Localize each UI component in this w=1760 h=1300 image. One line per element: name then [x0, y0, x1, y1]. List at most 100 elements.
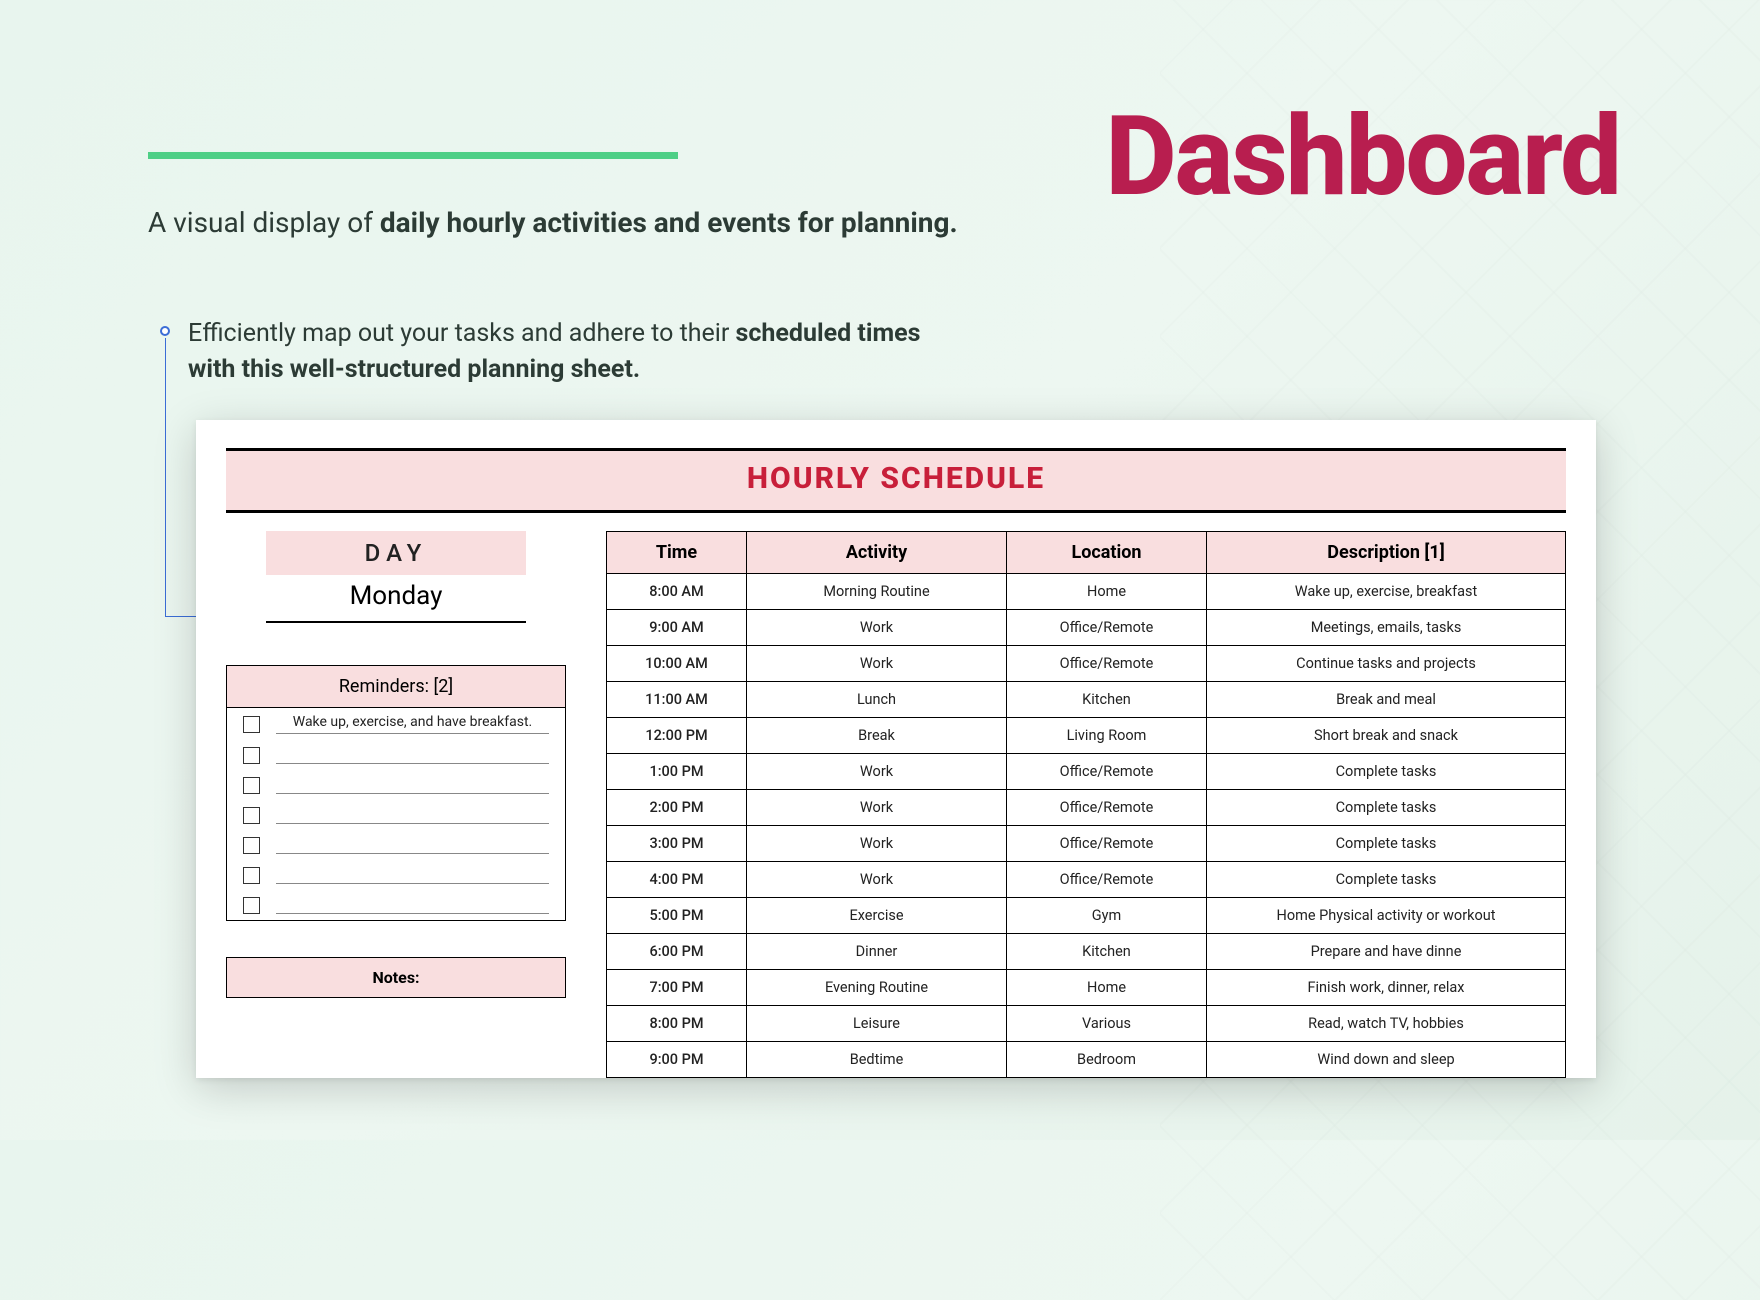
callout-line1-pre: Efficiently map out your tasks and adher… — [188, 319, 736, 348]
reminder-text[interactable] — [276, 776, 549, 794]
cell-location: Office/Remote — [1007, 790, 1207, 826]
cell-time: 1:00 PM — [607, 754, 747, 790]
day-label: DAY — [266, 531, 526, 575]
cell-location: Home — [1007, 970, 1207, 1006]
table-row: 6:00 PMDinnerKitchenPrepare and have din… — [607, 934, 1566, 970]
callout-line2-bold: with this well-structured planning sheet… — [188, 355, 640, 384]
reminder-checkbox[interactable] — [243, 897, 260, 914]
subtitle-pre: A visual display of — [148, 206, 380, 239]
reminder-text[interactable] — [276, 866, 549, 884]
cell-desc: Meetings, emails, tasks — [1207, 610, 1566, 646]
table-row: 10:00 AMWorkOffice/RemoteContinue tasks … — [607, 646, 1566, 682]
day-value: Monday — [266, 575, 526, 623]
cell-location: Kitchen — [1007, 682, 1207, 718]
cell-time: 4:00 PM — [607, 862, 747, 898]
cell-activity: Lunch — [747, 682, 1007, 718]
col-time: Time — [607, 532, 747, 574]
cell-activity: Break — [747, 718, 1007, 754]
reminder-checkbox[interactable] — [243, 716, 260, 733]
cell-time: 6:00 PM — [607, 934, 747, 970]
page-title: Dashboard — [1105, 92, 1620, 221]
reminder-text[interactable] — [276, 746, 549, 764]
cell-activity: Work — [747, 646, 1007, 682]
cell-activity: Bedtime — [747, 1042, 1007, 1078]
cell-time: 3:00 PM — [607, 826, 747, 862]
cell-time: 8:00 AM — [607, 574, 747, 610]
cell-location: Home — [1007, 574, 1207, 610]
accent-rule — [148, 152, 678, 159]
reminder-text[interactable]: Wake up, exercise, and have breakfast. — [276, 714, 549, 734]
table-row: 8:00 AMMorning RoutineHomeWake up, exerc… — [607, 574, 1566, 610]
cell-location: Office/Remote — [1007, 826, 1207, 862]
cell-activity: Morning Routine — [747, 574, 1007, 610]
cell-location: Various — [1007, 1006, 1207, 1042]
reminders-panel: Reminders: [2] Wake up, exercise, and ha… — [226, 665, 566, 921]
subtitle-bold: daily hourly activities and events for p… — [380, 206, 958, 239]
table-row: 11:00 AMLunchKitchenBreak and meal — [607, 682, 1566, 718]
table-row: 3:00 PMWorkOffice/RemoteComplete tasks — [607, 826, 1566, 862]
cell-time: 5:00 PM — [607, 898, 747, 934]
table-row: 1:00 PMWorkOffice/RemoteComplete tasks — [607, 754, 1566, 790]
cell-location: Office/Remote — [1007, 862, 1207, 898]
reminder-checkbox[interactable] — [243, 837, 260, 854]
cell-desc: Prepare and have dinne — [1207, 934, 1566, 970]
table-row: 9:00 PMBedtimeBedroomWind down and sleep — [607, 1042, 1566, 1078]
cell-location: Bedroom — [1007, 1042, 1207, 1078]
cell-desc: Short break and snack — [1207, 718, 1566, 754]
table-row: 8:00 PMLeisureVariousRead, watch TV, hob… — [607, 1006, 1566, 1042]
cell-location: Office/Remote — [1007, 610, 1207, 646]
notes-panel: Notes: — [226, 957, 566, 998]
reminder-checkbox[interactable] — [243, 867, 260, 884]
cell-desc: Read, watch TV, hobbies — [1207, 1006, 1566, 1042]
reminder-checkbox[interactable] — [243, 807, 260, 824]
table-row: 12:00 PMBreakLiving RoomShort break and … — [607, 718, 1566, 754]
cell-desc: Wake up, exercise, breakfast — [1207, 574, 1566, 610]
cell-desc: Break and meal — [1207, 682, 1566, 718]
page-subtitle: A visual display of daily hourly activit… — [148, 206, 958, 239]
callout-text: Efficiently map out your tasks and adher… — [188, 316, 920, 389]
cell-activity: Dinner — [747, 934, 1007, 970]
cell-desc: Home Physical activity or workout — [1207, 898, 1566, 934]
reminder-text[interactable] — [276, 836, 549, 854]
table-row: 2:00 PMWorkOffice/RemoteComplete tasks — [607, 790, 1566, 826]
cell-desc: Complete tasks — [1207, 754, 1566, 790]
notes-heading: Notes: — [227, 958, 565, 997]
cell-time: 11:00 AM — [607, 682, 747, 718]
schedule-sheet: HOURLY SCHEDULE DAY Monday Reminders: [2… — [196, 420, 1596, 1078]
cell-time: 8:00 PM — [607, 1006, 747, 1042]
reminder-checkbox[interactable] — [243, 747, 260, 764]
col-activity: Activity — [747, 532, 1007, 574]
reminder-checkbox[interactable] — [243, 777, 260, 794]
sheet-title-band: HOURLY SCHEDULE — [226, 448, 1566, 513]
reminder-row: Wake up, exercise, and have breakfast. — [227, 708, 565, 740]
reminder-text[interactable] — [276, 896, 549, 914]
table-row: 9:00 AMWorkOffice/RemoteMeetings, emails… — [607, 610, 1566, 646]
col-location: Location — [1007, 532, 1207, 574]
left-column: DAY Monday Reminders: [2] Wake up, exerc… — [226, 531, 566, 1078]
cell-location: Living Room — [1007, 718, 1207, 754]
cell-time: 9:00 PM — [607, 1042, 747, 1078]
reminder-row — [227, 740, 565, 770]
reminder-row — [227, 800, 565, 830]
schedule-table: Time Activity Location Description [1] 8… — [606, 531, 1566, 1078]
cell-desc: Wind down and sleep — [1207, 1042, 1566, 1078]
cell-activity: Evening Routine — [747, 970, 1007, 1006]
cell-desc: Continue tasks and projects — [1207, 646, 1566, 682]
reminder-text[interactable] — [276, 806, 549, 824]
cell-location: Kitchen — [1007, 934, 1207, 970]
callout-connector-vertical — [165, 338, 166, 616]
cell-activity: Work — [747, 826, 1007, 862]
cell-time: 12:00 PM — [607, 718, 747, 754]
cell-time: 10:00 AM — [607, 646, 747, 682]
cell-desc: Finish work, dinner, relax — [1207, 970, 1566, 1006]
table-row: 7:00 PMEvening RoutineHomeFinish work, d… — [607, 970, 1566, 1006]
right-column: Time Activity Location Description [1] 8… — [606, 531, 1566, 1078]
cell-desc: Complete tasks — [1207, 826, 1566, 862]
cell-activity: Work — [747, 862, 1007, 898]
cell-activity: Work — [747, 790, 1007, 826]
cell-activity: Leisure — [747, 1006, 1007, 1042]
col-description: Description [1] — [1207, 532, 1566, 574]
table-row: 5:00 PMExerciseGymHome Physical activity… — [607, 898, 1566, 934]
cell-activity: Work — [747, 754, 1007, 790]
callout-bullet-icon — [160, 326, 170, 336]
